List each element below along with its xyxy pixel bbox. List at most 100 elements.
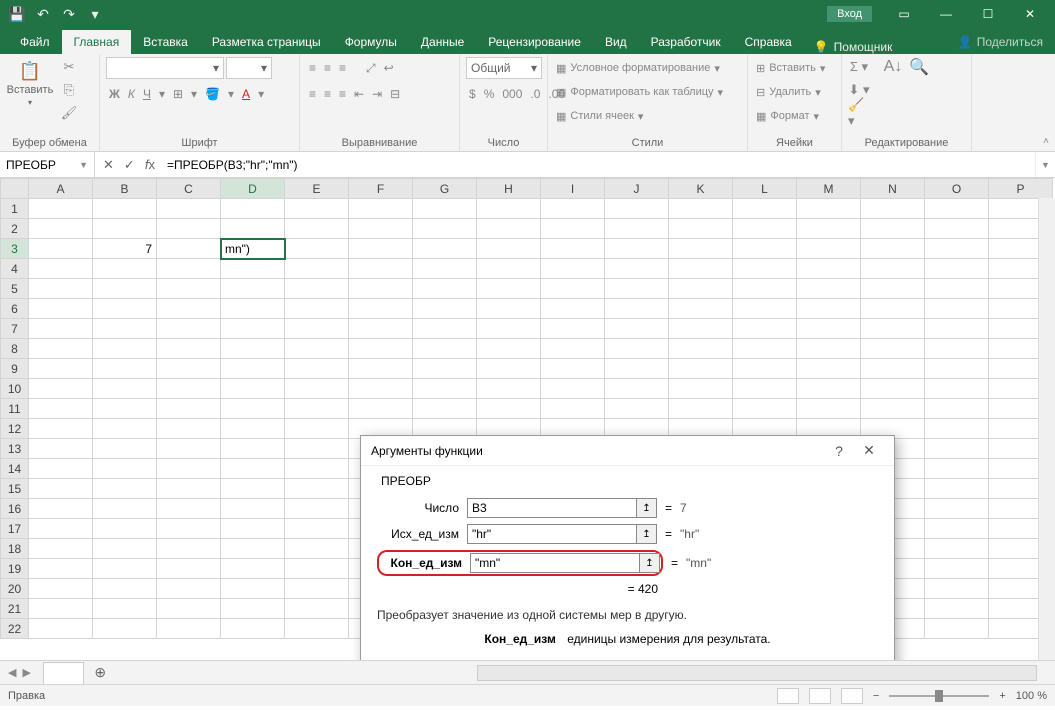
align-bottom-icon[interactable]: ≡ bbox=[336, 57, 349, 79]
merge-icon[interactable]: ⊟ bbox=[387, 83, 403, 105]
cell-A15[interactable] bbox=[29, 479, 93, 499]
cell-A19[interactable] bbox=[29, 559, 93, 579]
cell-B22[interactable] bbox=[93, 619, 157, 639]
row-header-9[interactable]: 9 bbox=[1, 359, 29, 379]
cell-K4[interactable] bbox=[669, 259, 733, 279]
row-header-6[interactable]: 6 bbox=[1, 299, 29, 319]
enter-formula-icon[interactable]: ✓ bbox=[124, 157, 135, 173]
cell-B2[interactable] bbox=[93, 219, 157, 239]
cell-K6[interactable] bbox=[669, 299, 733, 319]
cell-K3[interactable] bbox=[669, 239, 733, 259]
cell-E22[interactable] bbox=[285, 619, 349, 639]
font-name-select[interactable]: ▾ bbox=[106, 57, 224, 79]
cell-A17[interactable] bbox=[29, 519, 93, 539]
cell-F5[interactable] bbox=[349, 279, 413, 299]
fx-icon[interactable]: fx bbox=[145, 157, 155, 173]
cell-C8[interactable] bbox=[157, 339, 221, 359]
cell-K9[interactable] bbox=[669, 359, 733, 379]
zoom-out-button[interactable]: − bbox=[873, 690, 879, 702]
cell-A3[interactable] bbox=[29, 239, 93, 259]
copy-icon[interactable]: ⎘ bbox=[58, 80, 80, 100]
cell-B17[interactable] bbox=[93, 519, 157, 539]
inc-decimal-icon[interactable]: .0 bbox=[527, 83, 543, 105]
cell-L5[interactable] bbox=[733, 279, 797, 299]
cell-I6[interactable] bbox=[541, 299, 605, 319]
cell-K10[interactable] bbox=[669, 379, 733, 399]
cell-O5[interactable] bbox=[925, 279, 989, 299]
sheet-nav-prev-icon[interactable]: ◀ bbox=[8, 666, 16, 679]
cell-N5[interactable] bbox=[861, 279, 925, 299]
formula-input[interactable]: =ПРЕОБР(B3;"hr";"mn") bbox=[163, 158, 1035, 172]
cell-E15[interactable] bbox=[285, 479, 349, 499]
arg2-ref-button[interactable]: ↥ bbox=[637, 524, 657, 544]
cell-A6[interactable] bbox=[29, 299, 93, 319]
col-header-E[interactable]: E bbox=[285, 179, 349, 199]
cell-I9[interactable] bbox=[541, 359, 605, 379]
cell-O16[interactable] bbox=[925, 499, 989, 519]
align-left-icon[interactable]: ≡ bbox=[306, 83, 319, 105]
currency-icon[interactable]: $ bbox=[466, 83, 479, 105]
cell-O11[interactable] bbox=[925, 399, 989, 419]
comma-icon[interactable]: 000 bbox=[499, 83, 525, 105]
cell-M10[interactable] bbox=[797, 379, 861, 399]
cell-L11[interactable] bbox=[733, 399, 797, 419]
row-header-11[interactable]: 11 bbox=[1, 399, 29, 419]
cell-H3[interactable] bbox=[477, 239, 541, 259]
cell-B19[interactable] bbox=[93, 559, 157, 579]
cell-G4[interactable] bbox=[413, 259, 477, 279]
cell-O14[interactable] bbox=[925, 459, 989, 479]
cell-C9[interactable] bbox=[157, 359, 221, 379]
row-header-20[interactable]: 20 bbox=[1, 579, 29, 599]
cell-I7[interactable] bbox=[541, 319, 605, 339]
cell-A7[interactable] bbox=[29, 319, 93, 339]
cell-K11[interactable] bbox=[669, 399, 733, 419]
col-header-J[interactable]: J bbox=[605, 179, 669, 199]
name-box[interactable]: ПРЕОБР ▼ bbox=[0, 152, 95, 177]
col-header-C[interactable]: C bbox=[157, 179, 221, 199]
page-break-view-button[interactable] bbox=[841, 688, 863, 704]
row-header-3[interactable]: 3 bbox=[1, 239, 29, 259]
cell-E8[interactable] bbox=[285, 339, 349, 359]
cell-F10[interactable] bbox=[349, 379, 413, 399]
wrap-text-icon[interactable]: ↩ bbox=[381, 57, 397, 79]
cell-O10[interactable] bbox=[925, 379, 989, 399]
number-format-select[interactable]: Общий▾ bbox=[466, 57, 542, 79]
cell-C12[interactable] bbox=[157, 419, 221, 439]
zoom-in-button[interactable]: + bbox=[999, 690, 1005, 702]
save-icon[interactable]: 💾 bbox=[5, 3, 29, 25]
cell-D16[interactable] bbox=[221, 499, 285, 519]
cell-D13[interactable] bbox=[221, 439, 285, 459]
cell-H5[interactable] bbox=[477, 279, 541, 299]
cell-A21[interactable] bbox=[29, 599, 93, 619]
col-header-G[interactable]: G bbox=[413, 179, 477, 199]
row-header-13[interactable]: 13 bbox=[1, 439, 29, 459]
tab-view[interactable]: Вид bbox=[593, 30, 639, 54]
cell-M8[interactable] bbox=[797, 339, 861, 359]
cell-L9[interactable] bbox=[733, 359, 797, 379]
row-header-5[interactable]: 5 bbox=[1, 279, 29, 299]
row-header-18[interactable]: 18 bbox=[1, 539, 29, 559]
cell-J4[interactable] bbox=[605, 259, 669, 279]
format-as-table-button[interactable]: ▦Форматировать как таблицу ▾ bbox=[554, 81, 725, 103]
cell-J9[interactable] bbox=[605, 359, 669, 379]
cell-E7[interactable] bbox=[285, 319, 349, 339]
cell-F1[interactable] bbox=[349, 199, 413, 219]
cell-O8[interactable] bbox=[925, 339, 989, 359]
undo-icon[interactable]: ↶ bbox=[31, 3, 55, 25]
cell-A20[interactable] bbox=[29, 579, 93, 599]
cell-O1[interactable] bbox=[925, 199, 989, 219]
cell-D22[interactable] bbox=[221, 619, 285, 639]
cell-G3[interactable] bbox=[413, 239, 477, 259]
cell-E11[interactable] bbox=[285, 399, 349, 419]
cell-O7[interactable] bbox=[925, 319, 989, 339]
cell-A16[interactable] bbox=[29, 499, 93, 519]
cell-C1[interactable] bbox=[157, 199, 221, 219]
cell-G7[interactable] bbox=[413, 319, 477, 339]
cell-G2[interactable] bbox=[413, 219, 477, 239]
cell-C11[interactable] bbox=[157, 399, 221, 419]
cut-icon[interactable]: ✂ bbox=[58, 57, 80, 77]
cell-H11[interactable] bbox=[477, 399, 541, 419]
cell-J8[interactable] bbox=[605, 339, 669, 359]
cell-C4[interactable] bbox=[157, 259, 221, 279]
cell-C2[interactable] bbox=[157, 219, 221, 239]
